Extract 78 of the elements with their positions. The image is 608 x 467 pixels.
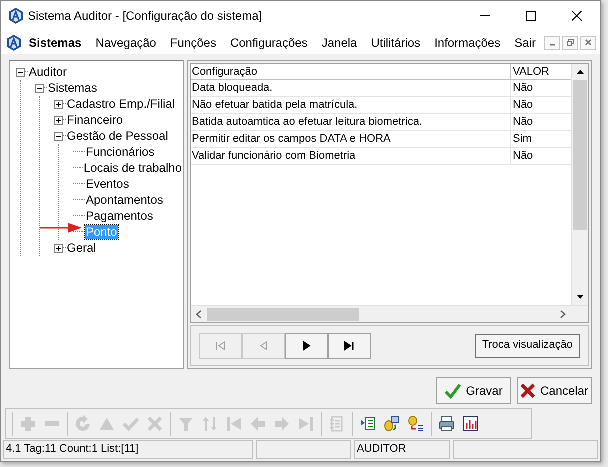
collapse-icon[interactable]	[35, 84, 44, 93]
cancel-button[interactable]: Cancelar	[517, 377, 592, 404]
tree-item[interactable]: Geral	[66, 241, 98, 256]
menu-item[interactable]: Configurações	[223, 34, 315, 52]
app-logo-icon	[8, 8, 24, 24]
table-cell-text: Não	[512, 115, 534, 130]
table-cell: Permitir editar os campos DATA e HORA	[191, 131, 511, 148]
sort-icon	[201, 414, 219, 433]
maximize-icon	[526, 11, 536, 21]
collapse-icon[interactable]	[54, 132, 63, 141]
table-cell-text: Não	[512, 149, 534, 164]
table-cell: Não efetuar batida pela matrícula.	[191, 97, 511, 114]
close-icon	[584, 39, 592, 46]
column-header[interactable]: Configuração	[191, 64, 511, 80]
collapse-icon[interactable]	[16, 68, 25, 77]
arrow-right-icon	[273, 414, 291, 433]
navigator-button[interactable]	[328, 332, 371, 359]
column-header[interactable]: VALOR	[511, 64, 571, 80]
tree-item[interactable]: Auditor	[28, 65, 68, 80]
cross-icon	[520, 382, 536, 399]
menu-item[interactable]: Utilitários	[364, 34, 428, 52]
table-cell: Data bloqueada.	[191, 80, 511, 96]
minus-icon	[45, 421, 59, 426]
scroll-up-icon	[576, 70, 584, 74]
last-icon	[297, 414, 315, 433]
status-panel: AUDITOR	[354, 440, 450, 459]
list-icon	[359, 414, 377, 433]
scroll-down-icon	[576, 295, 584, 300]
table-cell-text: Não	[512, 81, 534, 96]
window-title: Sistema Auditor - [Configuração do sistema]	[28, 8, 262, 25]
menu-item[interactable]: Informações	[428, 34, 508, 52]
plus-icon	[19, 414, 37, 433]
save-button[interactable]: Gravar	[436, 377, 511, 404]
tree-item[interactable]: Financeiro	[66, 113, 124, 128]
cross-icon	[146, 414, 164, 433]
menu-item[interactable]: Janela	[314, 34, 364, 52]
expand-icon[interactable]	[54, 244, 63, 253]
database-transfer-icon	[383, 414, 401, 433]
child-minimize-button[interactable]	[544, 36, 560, 50]
close-icon	[572, 11, 582, 21]
tree-item[interactable]: Apontamentos	[85, 193, 164, 208]
table-cell-text: Sim	[512, 132, 533, 148]
menu-item[interactable]: Funções	[163, 34, 224, 52]
arrow-left-icon	[249, 414, 267, 433]
menu-item[interactable]: Navegação	[88, 34, 164, 52]
bar-chart-icon	[462, 414, 480, 433]
table-cell: Validar funcionário com Biometria	[191, 148, 511, 164]
tree-item[interactable]: Eventos	[85, 177, 130, 192]
vertical-scrollbar[interactable]	[571, 64, 588, 306]
menu-item[interactable]: Sistemas	[22, 34, 89, 52]
database-list-icon	[407, 414, 425, 433]
tree-item[interactable]: Sistemas	[47, 81, 98, 96]
tree-item[interactable]: Cadastro Emp./Filial	[66, 97, 176, 112]
tree-item[interactable]: Funcionários	[85, 145, 156, 160]
tree-item[interactable]: Pagamentos	[85, 209, 154, 224]
first-icon	[225, 414, 243, 433]
tree-item[interactable]: Gestão de Pessoal	[66, 129, 170, 144]
printer-icon	[438, 414, 456, 433]
child-close-button[interactable]	[580, 36, 596, 50]
child-restore-button[interactable]	[562, 36, 578, 50]
expand-icon[interactable]	[54, 116, 63, 125]
document-icon	[328, 414, 346, 433]
first-record-icon	[214, 340, 227, 352]
table-cell: Batida autoamtica ao efetuar leitura biometrica.	[191, 114, 511, 130]
expand-icon[interactable]	[54, 100, 63, 109]
refresh-icon	[74, 414, 92, 433]
navigator-button[interactable]	[285, 332, 328, 359]
status-panel: 4.1 Tag:11 Count:1 List:[11]	[3, 440, 253, 459]
menu-item[interactable]: Sair	[508, 34, 543, 52]
check-icon	[444, 382, 462, 399]
toggle-view-button[interactable]: Troca visualização	[475, 334, 580, 358]
horizontal-scrollbar[interactable]	[191, 305, 588, 322]
tree-item[interactable]: Locais de trabalho	[82, 161, 183, 176]
last-record-icon	[343, 340, 356, 352]
pointer-arrow	[40, 223, 82, 234]
table-cell-text: Não	[512, 98, 534, 114]
restore-icon	[566, 39, 574, 46]
app-logo-icon	[6, 34, 22, 51]
